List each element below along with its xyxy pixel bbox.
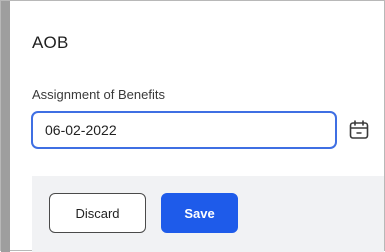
calendar-icon[interactable] [347,118,371,142]
save-button[interactable]: Save [161,193,238,233]
action-footer: Discard Save [32,176,384,252]
left-edge-divider [1,1,10,252]
aob-panel: AOB Assignment of Benefits Discard Save [0,0,385,252]
assignment-date-input[interactable] [31,111,337,149]
section-title: AOB [32,33,69,52]
assignment-of-benefits-label: Assignment of Benefits [32,87,165,102]
discard-button[interactable]: Discard [49,193,146,233]
